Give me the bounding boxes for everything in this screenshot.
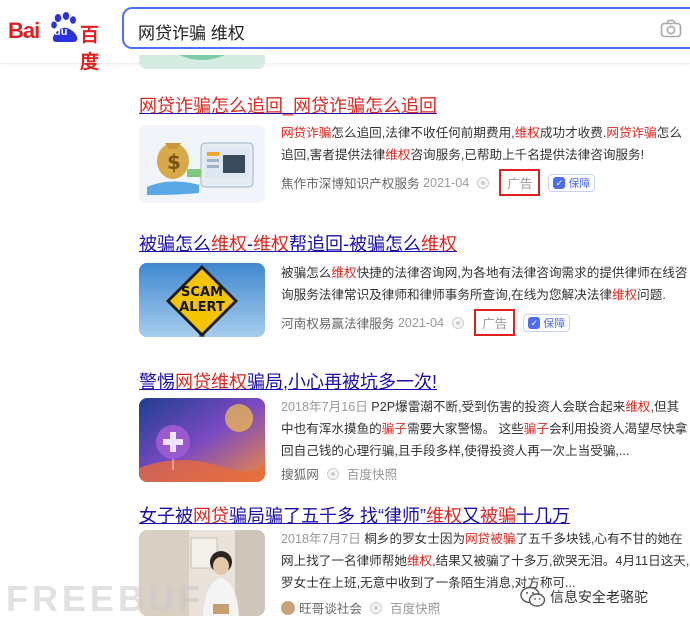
logo-chinese: 百度 [80,25,100,73]
title-text: 网贷诈骗怎么追回_网贷诈骗怎么追回 [139,96,438,116]
ad-label[interactable]: 广告 [499,169,541,196]
ad-label[interactable]: 广告 [474,309,516,336]
camera-icon[interactable] [660,19,682,39]
result-date: 2018年7月7日 [281,532,361,546]
info-icon[interactable] [369,601,382,614]
result-date: 2021-04 [397,315,445,330]
result-meta: 河南权易赢法律服务 2021-04 广告 ✓ 保障 [281,309,571,336]
avatar [281,600,295,615]
result-source[interactable]: 搜狐网 [281,464,319,483]
scam-alert-image: SCAM ALERT [139,263,265,337]
info-icon[interactable] [477,176,490,189]
wechat-account-name: 信息安全老骆驼 [550,589,648,605]
info-icon[interactable] [326,467,339,480]
result-meta: 搜狐网 百度快照 [281,464,397,483]
header: Bai du 百度 网贷诈骗 维权 [0,0,690,73]
svg-text:$: $ [167,150,181,174]
balloon-image [139,398,265,482]
result-source[interactable]: 焦作市深博知识产权服务 [281,173,420,192]
result-date: 2018年7月16日 [281,400,368,414]
snapshot-link[interactable]: 百度快照 [347,464,397,483]
snapshot-link[interactable]: 百度快照 [390,598,440,617]
search-query: 网贷诈骗 维权 [138,24,245,43]
logo-paw-text: du [54,26,68,38]
result-description: 2018年7月16日 P2P爆雷潮不断,受到伤害的投资人会联合起来维权,但其中也… [281,400,688,458]
result-description: 网贷诈骗怎么追回,法律不收任何前期费用,维权成功才收费.网贷诈骗怎么追回,害者提… [281,126,682,162]
wechat-icon [520,586,546,607]
sign-text-2: ALERT [179,300,225,315]
logo-latin: Bai [8,18,40,43]
result-thumbnail[interactable] [139,398,265,482]
result-source[interactable]: 河南权易赢法律服务 [281,313,394,332]
baidu-logo[interactable]: Bai du 百度 [8,12,112,73]
result-meta: 旺哥谈社会 百度快照 [281,598,440,617]
result-thumbnail[interactable]: $ [139,125,265,203]
result-thumbnail[interactable]: SCAM ALERT [139,263,265,337]
guarantee-badge[interactable]: ✓ 保障 [523,313,571,332]
sign-text-1: SCAM [181,285,223,300]
wechat-account-watermark: 信息安全老骆驼 [520,586,648,608]
result-title[interactable]: 被骗怎么维权-维权帮追回-被骗怎么维权 [139,230,457,256]
result-description: 2018年7月7日 桐乡的罗女士因为网贷被骗了五千多块钱,心有不甘的她在网上找了… [281,532,690,590]
previous-result-thumbnail [139,55,265,69]
result-date: 2021-04 [423,175,470,190]
result-title[interactable]: 网贷诈骗怎么追回_网贷诈骗怎么追回 [139,92,437,118]
result-title[interactable]: 女子被网贷骗局骗了五千多 找“律师”维权又被骗十几万 [139,502,570,528]
money-bag-image: $ [139,125,265,203]
shield-check-icon: ✓ [528,316,541,329]
search-input[interactable]: 网贷诈骗 维权 [122,7,690,49]
freebuf-watermark: FREEBUF [6,578,204,619]
result-title[interactable]: 警惕网贷维权骗局,小心再被坑多一次! [139,368,437,394]
shield-check-icon: ✓ [553,176,566,189]
result-meta: 焦作市深博知识产权服务 2021-04 广告 ✓ 保障 [281,169,596,196]
info-icon[interactable] [452,316,465,329]
result-description: 被骗怎么维权快捷的法律咨询网,为各地有法律咨询需求的提供律师在线咨询服务法律常识… [281,266,688,302]
guarantee-badge[interactable]: ✓ 保障 [548,173,596,192]
result-source[interactable]: 旺哥谈社会 [299,598,362,617]
